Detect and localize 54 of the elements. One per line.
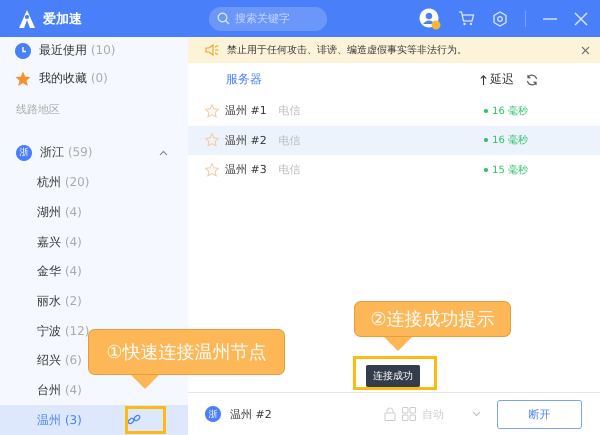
server-name: 温州 #2 [225,132,267,148]
star-icon[interactable] [205,162,219,177]
chevron-icon[interactable] [159,150,168,156]
settings-icon[interactable] [492,10,508,26]
star-icon[interactable] [205,133,219,148]
clock-icon [15,42,31,59]
region-item[interactable]: 浙 浙江 (59) [0,138,188,168]
province-badge: 浙 [16,144,32,161]
latency-value: 16 毫秒 [484,104,528,118]
callout-tooltip: ②连接成功提示 [354,301,511,351]
close-icon[interactable] [581,46,590,54]
isp-label: 电信 [278,162,301,178]
disconnect-button[interactable]: 断开 [497,400,582,428]
chevron-icon[interactable] [472,411,481,417]
grid-icon[interactable] [402,407,416,421]
city-item[interactable]: 嘉兴 (4) [0,227,188,257]
refresh-icon[interactable] [526,74,538,86]
logo-icon [17,8,37,28]
isp-label: 电信 [278,132,301,148]
sort-arrow-icon[interactable] [480,74,487,84]
server-name: 温州 #3 [225,162,267,178]
province-badge: 浙 [205,406,221,422]
connected-server: 温州 #2 [230,406,272,422]
link-icon[interactable] [126,413,141,428]
avatar-icon[interactable] [419,8,441,30]
highlight-frame [125,406,166,434]
app-name: 爱加速 [43,10,82,28]
server-row[interactable]: 温州 #2 电信 16 毫秒 [188,126,600,155]
sidebar-item[interactable]: 我的收藏 (0) [0,64,188,93]
isp-label: 电信 [278,103,301,118]
callout-tooltip: ①快速连接温州节点 [88,329,285,389]
minimize-icon[interactable] [543,18,557,20]
server-name: 温州 #1 [225,103,267,118]
search-field[interactable]: 搜索关键字 [209,6,327,30]
star-icon [15,70,31,87]
lock-icon[interactable] [384,407,396,421]
server-row[interactable]: 温州 #3 电信 15 毫秒 [188,155,600,184]
notice-text: 禁止用于任何攻击、诽谤、编造虚假事实等非法行为。 [227,44,467,57]
cart-icon[interactable] [458,11,475,26]
city-item[interactable]: 湖州 (4) [0,198,188,228]
latency-value: 16 毫秒 [484,133,528,148]
city-item[interactable]: 丽水 (2) [0,286,188,316]
section-label: 线路地区 [15,102,61,118]
toast: 连接成功 [366,365,420,387]
latency-value: 15 毫秒 [484,162,528,177]
server-row[interactable]: 温州 #1 电信 16 毫秒 [188,96,600,126]
column-header[interactable]: 服务器 [226,71,262,88]
search-icon [217,12,230,25]
star-icon[interactable] [205,104,219,118]
speaker-icon [205,44,219,56]
city-item[interactable]: 杭州 (20) [0,168,188,198]
column-header[interactable]: 延迟 [490,71,514,88]
city-item[interactable]: 金华 (4) [0,256,188,287]
sidebar-item[interactable]: 最近使用 (10) [0,37,188,65]
